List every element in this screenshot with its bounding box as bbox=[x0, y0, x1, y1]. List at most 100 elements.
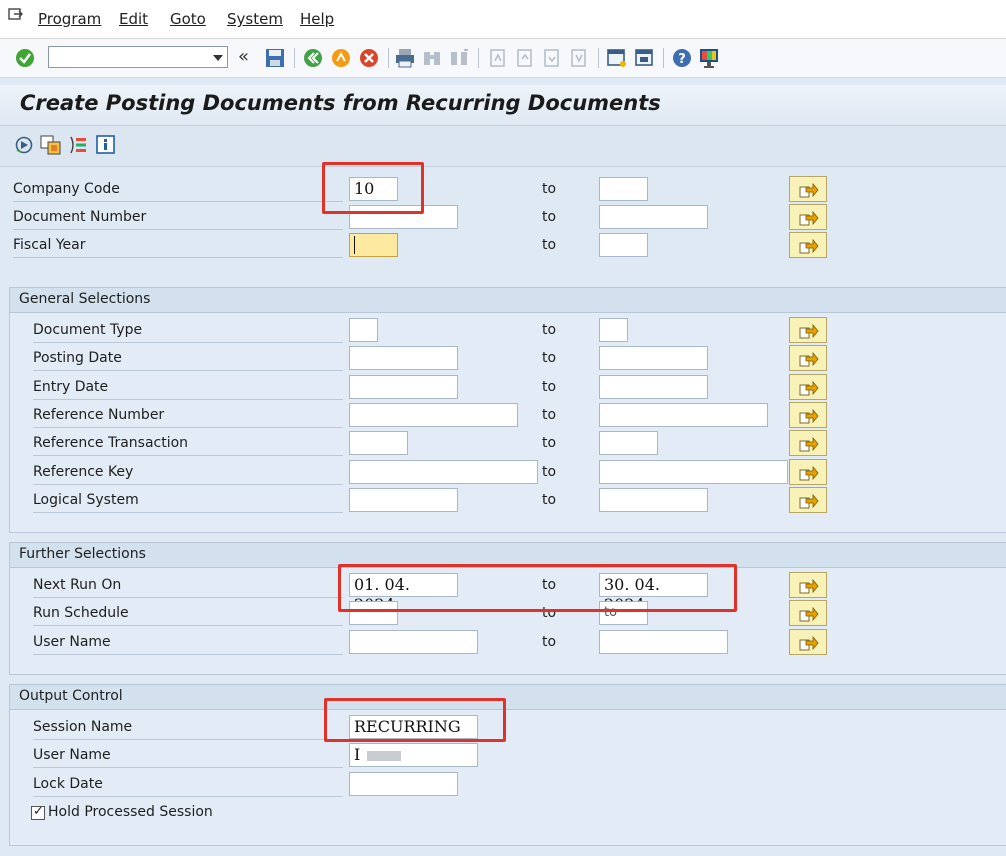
first-page-icon bbox=[490, 49, 505, 67]
variant-icon[interactable] bbox=[40, 135, 62, 155]
multiple-selection-arrow-icon bbox=[799, 210, 819, 226]
posting-date-to-input[interactable] bbox=[599, 346, 708, 371]
document-type-from-input[interactable] bbox=[349, 318, 378, 342]
underline bbox=[33, 426, 343, 428]
underline bbox=[33, 483, 343, 485]
to-label: to bbox=[542, 181, 557, 197]
to-label: to bbox=[542, 435, 557, 452]
reference-number-from-input[interactable] bbox=[349, 402, 518, 427]
exit-icon[interactable] bbox=[330, 47, 352, 69]
underline bbox=[33, 625, 343, 627]
company-code-to-input[interactable] bbox=[599, 177, 648, 201]
posting-date-multiple-selection-button[interactable] bbox=[789, 345, 827, 372]
output-control-title: Output Control bbox=[19, 688, 123, 704]
blurred-text bbox=[367, 750, 402, 761]
fiscal-year-to-input[interactable] bbox=[599, 233, 648, 257]
multiple-selection-arrow-icon bbox=[799, 437, 819, 452]
reference-transaction-from-input[interactable] bbox=[349, 431, 408, 456]
logical-system-from-input[interactable] bbox=[349, 487, 458, 512]
cancel-icon[interactable] bbox=[358, 47, 380, 69]
underline bbox=[33, 653, 343, 655]
menu-edit[interactable]: Edit bbox=[119, 10, 148, 28]
to-label: to bbox=[542, 491, 557, 508]
run-schedule-multiple-selection-button[interactable] bbox=[789, 600, 827, 627]
underline bbox=[13, 201, 343, 202]
separator bbox=[388, 48, 389, 68]
information-icon[interactable] bbox=[96, 135, 115, 154]
multiple-selection-arrow-icon bbox=[799, 465, 819, 480]
underline bbox=[13, 257, 343, 258]
help-icon[interactable]: ? bbox=[671, 47, 693, 69]
logical-system-multiple-selection-button[interactable] bbox=[789, 486, 827, 513]
menu-system[interactable]: System bbox=[227, 10, 283, 28]
logical-system-to-input[interactable] bbox=[599, 487, 708, 512]
underline bbox=[33, 796, 343, 797]
posting-date-from-input[interactable] bbox=[349, 346, 458, 371]
layout-menu-icon[interactable] bbox=[698, 47, 720, 69]
reference-number-label: Reference Number bbox=[33, 406, 165, 423]
fiscal-year-multiple-selection-button[interactable] bbox=[789, 232, 827, 258]
to-label: to bbox=[542, 350, 557, 367]
highlight-session-name bbox=[324, 698, 506, 742]
save-icon[interactable] bbox=[264, 47, 286, 69]
menu-goto[interactable]: Goto bbox=[170, 10, 206, 28]
menu-help[interactable]: Help bbox=[300, 10, 334, 28]
user-name-input[interactable]: I bbox=[349, 743, 478, 767]
run-schedule-label: Run Schedule bbox=[33, 605, 129, 622]
document-number-multiple-selection-button[interactable] bbox=[789, 204, 827, 230]
multiple-selection-arrow-icon bbox=[799, 607, 819, 622]
fiscal-year-from-input[interactable] bbox=[349, 233, 398, 257]
new-window-icon[interactable] bbox=[633, 47, 655, 69]
to-label: to bbox=[542, 633, 557, 650]
document-number-to-input[interactable] bbox=[599, 205, 708, 229]
enter-check-icon[interactable] bbox=[14, 47, 36, 69]
multiple-selection-arrow-icon bbox=[799, 578, 819, 594]
to-label: to bbox=[542, 406, 557, 423]
reference-key-from-input[interactable] bbox=[349, 459, 538, 484]
entry-date-label: Entry Date bbox=[33, 378, 109, 395]
user-name-multiple-selection-button[interactable] bbox=[789, 628, 827, 655]
menu-program[interactable]: Program bbox=[38, 10, 101, 28]
hold-processed-session-checkbox[interactable]: ✓ bbox=[31, 804, 45, 820]
command-field[interactable] bbox=[48, 46, 228, 68]
document-type-multiple-selection-button[interactable] bbox=[789, 317, 827, 343]
collapse-arrows-icon[interactable]: « bbox=[238, 46, 249, 67]
to-label: to bbox=[542, 322, 557, 338]
execute-icon[interactable] bbox=[14, 135, 34, 155]
to-label: to bbox=[542, 237, 557, 253]
title-bar: Create Posting Documents from Recurring … bbox=[0, 85, 1006, 126]
underline bbox=[33, 342, 343, 343]
document-type-to-input[interactable] bbox=[599, 318, 628, 342]
lock-date-input[interactable] bbox=[349, 772, 458, 796]
underline bbox=[33, 398, 343, 400]
chevron-down-icon[interactable] bbox=[213, 55, 223, 61]
entry-date-to-input[interactable] bbox=[599, 374, 708, 399]
document-number-label: Document Number bbox=[13, 209, 147, 225]
reference-number-to-input[interactable] bbox=[599, 402, 768, 427]
entry-date-multiple-selection-button[interactable] bbox=[789, 373, 827, 400]
underline bbox=[33, 597, 343, 598]
application-toolbar bbox=[0, 126, 1006, 167]
next-page-icon bbox=[544, 49, 559, 67]
reference-key-to-input[interactable] bbox=[599, 459, 788, 484]
entry-date-from-input[interactable] bbox=[349, 374, 458, 399]
reference-transaction-to-input[interactable] bbox=[599, 431, 658, 456]
menu-icon[interactable] bbox=[8, 8, 24, 22]
underline bbox=[33, 767, 343, 768]
create-session-icon[interactable] bbox=[606, 47, 628, 69]
multiple-selection-arrow-icon bbox=[799, 238, 819, 254]
back-icon[interactable] bbox=[302, 47, 324, 69]
reference-number-multiple-selection-button[interactable] bbox=[789, 401, 827, 428]
reference-key-multiple-selection-button[interactable] bbox=[789, 458, 827, 485]
next-run-on-multiple-selection-button[interactable] bbox=[789, 572, 827, 598]
page-title: Create Posting Documents from Recurring … bbox=[20, 91, 661, 115]
selection-options-icon[interactable] bbox=[68, 135, 88, 155]
reference-transaction-label: Reference Transaction bbox=[33, 435, 189, 452]
multiple-selection-arrow-icon bbox=[799, 323, 819, 339]
highlight-company-code bbox=[322, 162, 424, 214]
user-name-to-input[interactable] bbox=[599, 629, 728, 654]
company-code-multiple-selection-button[interactable] bbox=[789, 176, 827, 202]
print-icon[interactable] bbox=[394, 47, 416, 69]
reference-transaction-multiple-selection-button[interactable] bbox=[789, 430, 827, 457]
user-name-from-input[interactable] bbox=[349, 629, 478, 654]
